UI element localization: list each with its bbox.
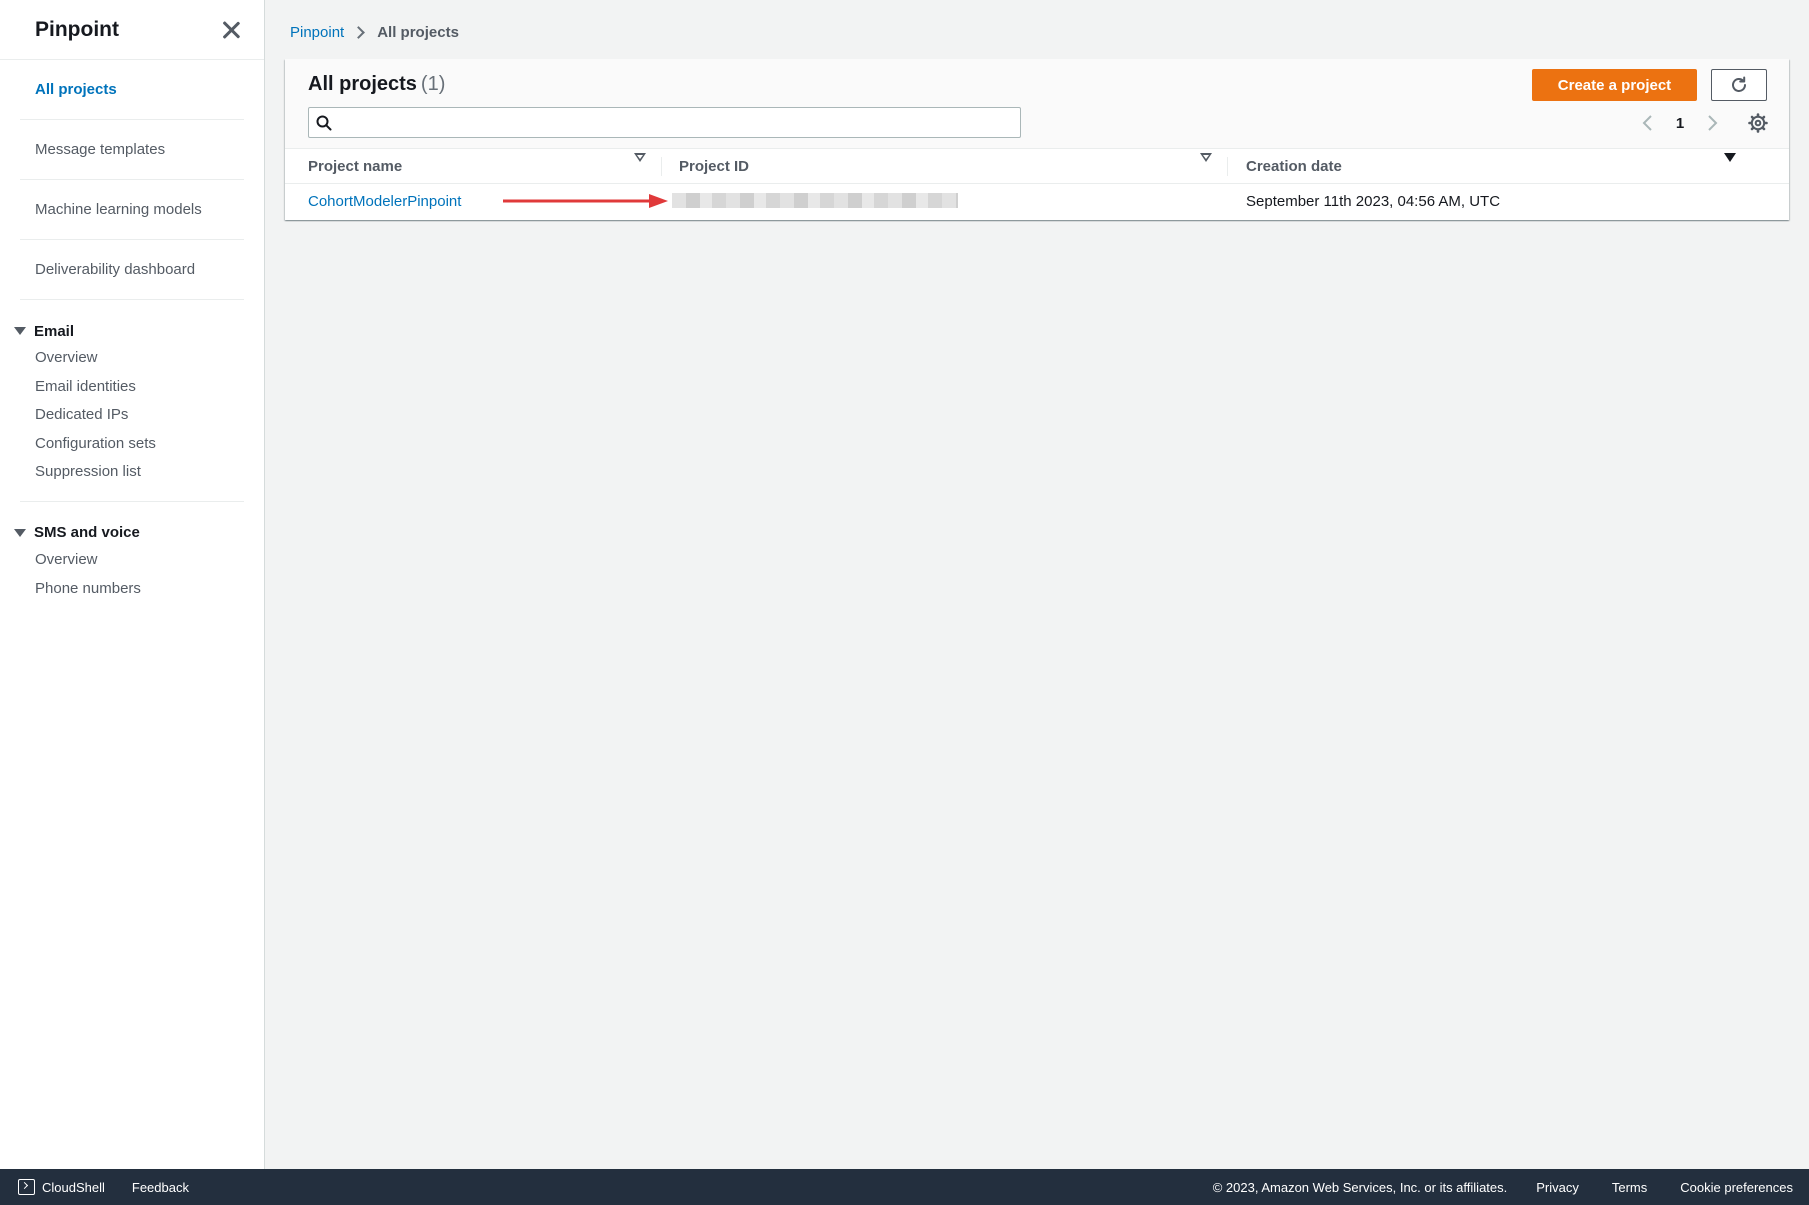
sidebar-item-machine-learning-models[interactable]: Machine learning models	[20, 180, 244, 240]
chevron-right-icon	[1708, 115, 1718, 131]
sort-icon[interactable]	[1200, 153, 1212, 179]
pagination: 1	[1636, 111, 1770, 135]
close-icon[interactable]	[220, 19, 242, 41]
breadcrumb: Pinpoint All projects	[290, 24, 459, 41]
creation-date-cell: September 11th 2023, 04:56 AM, UTC	[1246, 193, 1501, 210]
side-navigation: Pinpoint All projects Message templates …	[0, 0, 265, 1169]
cookie-preferences-link[interactable]: Cookie preferences	[1680, 1180, 1793, 1195]
column-header-project-id[interactable]: Project ID	[679, 149, 749, 184]
sidebar-item-sms-overview[interactable]: Overview	[14, 546, 244, 575]
sidebar-section-sms: SMS and voice Overview Phone numbers	[0, 502, 264, 603]
refresh-icon	[1732, 76, 1746, 92]
email-section-label: Email	[34, 322, 75, 340]
column-divider[interactable]	[661, 157, 662, 176]
privacy-link[interactable]: Privacy	[1536, 1180, 1579, 1195]
sidebar-header: Pinpoint	[0, 0, 264, 60]
sidebar-section-email: Email Overview Email identities Dedicate…	[0, 300, 264, 502]
search-box	[308, 107, 1021, 138]
search-input[interactable]	[339, 109, 1020, 136]
chevron-left-icon	[1642, 115, 1652, 131]
sms-section-label: SMS and voice	[34, 524, 140, 542]
sidebar-item-all-projects[interactable]: All projects	[20, 60, 244, 120]
breadcrumb-pinpoint[interactable]: Pinpoint	[290, 24, 344, 41]
sort-icon[interactable]	[634, 153, 646, 179]
breadcrumb-current: All projects	[377, 24, 459, 41]
table-column-headers: Project name Project ID Creation date	[285, 149, 1789, 184]
preferences-button[interactable]	[1746, 111, 1770, 135]
column-header-project-name[interactable]: Project name	[308, 149, 402, 184]
project-count: (1)	[420, 73, 446, 95]
annotation-arrow-icon	[503, 194, 668, 208]
column-header-creation-date[interactable]: Creation date	[1246, 149, 1342, 184]
sort-descending-icon[interactable]	[1724, 153, 1736, 179]
sidebar-item-message-templates[interactable]: Message templates	[20, 120, 244, 180]
sms-section-toggle[interactable]: SMS and voice	[14, 520, 244, 546]
email-section-toggle[interactable]: Email	[14, 318, 244, 344]
sidebar-item-email-overview[interactable]: Overview	[14, 344, 244, 373]
search-icon	[309, 108, 339, 137]
chevron-right-icon	[352, 26, 366, 39]
sidebar-title[interactable]: Pinpoint	[35, 18, 119, 42]
project-name-link[interactable]: CohortModelerPinpoint	[308, 184, 461, 219]
sidebar-item-dedicated-ips[interactable]: Dedicated IPs	[14, 401, 244, 430]
create-project-button[interactable]: Create a project	[1532, 69, 1697, 101]
page-title: All projects (1)	[308, 73, 445, 96]
sidebar-item-email-identities[interactable]: Email identities	[14, 373, 244, 402]
console-footer: CloudShell Feedback © 2023, Amazon Web S…	[0, 1169, 1809, 1205]
table-row: CohortModelerPinpoint September 11th 202…	[285, 184, 1789, 219]
sidebar-item-deliverability-dashboard[interactable]: Deliverability dashboard	[20, 240, 244, 300]
caret-down-icon	[14, 528, 26, 537]
sidebar-item-configuration-sets[interactable]: Configuration sets	[14, 430, 244, 459]
copyright-text: © 2023, Amazon Web Services, Inc. or its…	[1212, 1179, 1508, 1195]
terms-link[interactable]: Terms	[1612, 1180, 1647, 1195]
caret-down-icon	[14, 327, 26, 335]
feedback-button[interactable]: Feedback	[132, 1180, 189, 1195]
project-id-redacted	[672, 193, 958, 208]
next-page-button[interactable]	[1700, 111, 1724, 135]
column-divider[interactable]	[1227, 157, 1228, 176]
cloudshell-icon[interactable]	[18, 1179, 35, 1195]
sidebar-item-suppression-list[interactable]: Suppression list	[14, 458, 244, 487]
table-title: All projects	[308, 73, 417, 95]
sidebar-item-phone-numbers[interactable]: Phone numbers	[14, 575, 244, 604]
footer-left: CloudShell Feedback	[0, 1179, 189, 1195]
gear-icon	[1748, 113, 1768, 133]
cloudshell-button[interactable]: CloudShell	[42, 1180, 105, 1195]
projects-table: All projects (1) Create a project 1 Proj…	[285, 59, 1789, 220]
footer-right: © 2023, Amazon Web Services, Inc. or its…	[1213, 1180, 1809, 1195]
sidebar-links: All projects Message templates Machine l…	[0, 60, 264, 300]
refresh-button[interactable]	[1711, 69, 1767, 101]
current-page[interactable]: 1	[1660, 115, 1700, 132]
table-header: All projects (1) Create a project 1	[285, 59, 1789, 149]
previous-page-button[interactable]	[1636, 111, 1660, 135]
